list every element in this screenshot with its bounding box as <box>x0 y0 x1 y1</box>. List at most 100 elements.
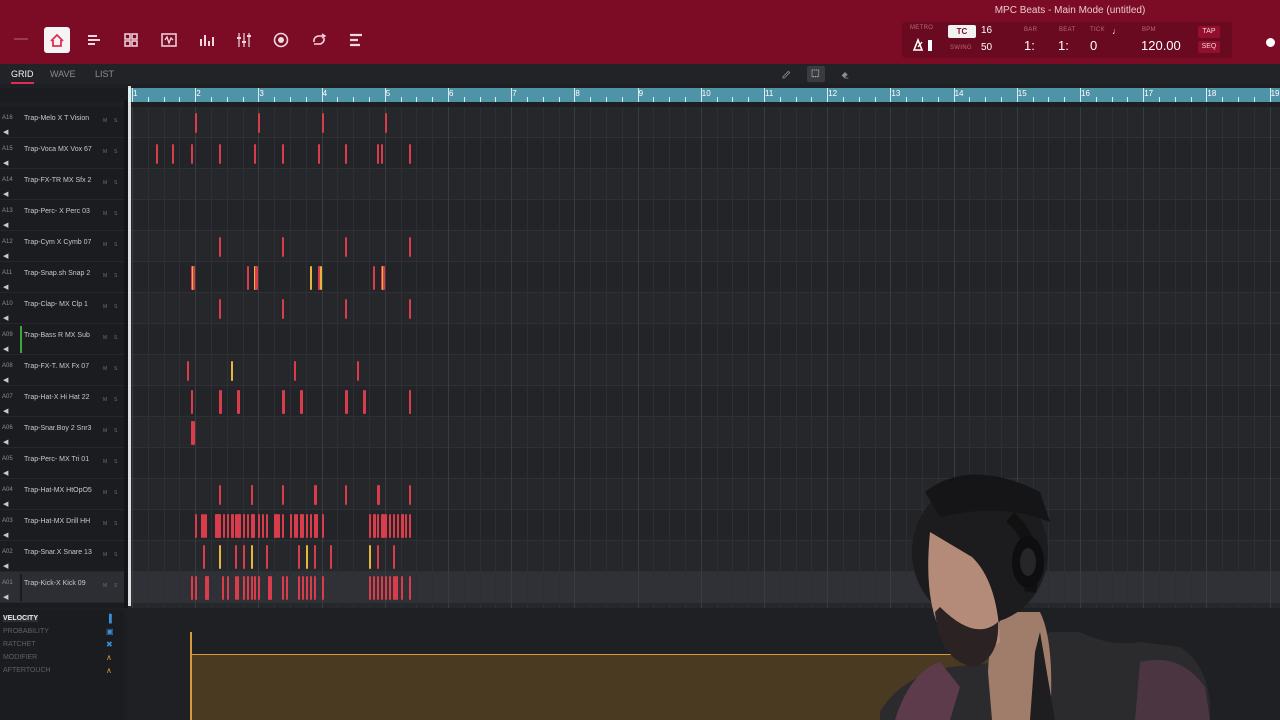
note[interactable] <box>373 514 376 538</box>
note[interactable] <box>290 514 292 538</box>
speaker-icon[interactable]: ◀ <box>3 531 8 539</box>
solo-button[interactable]: S <box>114 149 117 155</box>
track-row[interactable]: A09 Trap-Bass R MX Sub ◀ M S <box>0 324 124 355</box>
note[interactable] <box>203 545 206 569</box>
speaker-icon[interactable]: ◀ <box>3 221 8 229</box>
speaker-icon[interactable]: ◀ <box>3 438 8 446</box>
note[interactable] <box>171 144 174 164</box>
note[interactable] <box>283 390 286 414</box>
note[interactable] <box>369 545 371 569</box>
note[interactable] <box>230 361 233 381</box>
note[interactable] <box>376 545 379 569</box>
solo-button[interactable]: S <box>114 273 117 279</box>
note[interactable] <box>301 514 304 538</box>
list-view-button[interactable] <box>81 27 107 53</box>
note[interactable] <box>231 514 234 538</box>
note[interactable] <box>314 485 317 505</box>
note[interactable] <box>218 514 221 538</box>
track-row[interactable]: A07 Trap-Hat-X Hi Hat 22 ◀ M S <box>0 386 124 417</box>
note[interactable] <box>315 514 318 538</box>
solo-button[interactable]: S <box>114 552 117 558</box>
note[interactable] <box>191 390 194 414</box>
note[interactable] <box>392 545 395 569</box>
mute-button[interactable]: M <box>103 242 107 248</box>
note[interactable] <box>363 390 366 414</box>
note[interactable] <box>195 113 198 133</box>
track-row[interactable]: A10 Trap-Clap- MX Clp 1 ◀ M S <box>0 293 124 324</box>
note[interactable] <box>270 576 273 600</box>
select-box-tool[interactable] <box>807 66 825 82</box>
mute-button[interactable]: M <box>103 552 107 558</box>
note[interactable] <box>408 144 411 164</box>
playhead[interactable] <box>128 86 131 606</box>
note[interactable] <box>305 514 308 538</box>
track-row[interactable]: A01 Trap-Kick-X Kick 09 ◀ M S <box>0 572 124 603</box>
note[interactable] <box>384 514 387 538</box>
track-row[interactable]: A13 Trap-Perc- X Perc 03 ◀ M S <box>0 200 124 231</box>
note[interactable] <box>376 514 379 538</box>
note[interactable] <box>309 576 312 600</box>
note[interactable] <box>309 514 312 538</box>
note[interactable] <box>282 576 285 600</box>
mixer-sliders-button[interactable] <box>231 27 257 53</box>
note[interactable] <box>408 576 411 600</box>
velocity-bars-icon[interactable]: ▐ <box>106 614 112 623</box>
record-indicator-icon[interactable] <box>1266 38 1275 47</box>
note[interactable] <box>384 576 387 600</box>
swing-value[interactable]: 50 <box>981 42 992 53</box>
note[interactable] <box>369 514 371 538</box>
seq-button[interactable]: SEQ <box>1198 41 1220 53</box>
modifier-icon[interactable]: ∧ <box>106 653 112 662</box>
note[interactable] <box>226 514 229 538</box>
note[interactable] <box>286 576 289 600</box>
browser-button[interactable] <box>343 27 369 53</box>
sample-edit-button[interactable] <box>156 27 182 53</box>
note[interactable] <box>388 576 391 600</box>
note[interactable] <box>222 514 225 538</box>
aftertouch-icon[interactable]: ∧ <box>106 666 112 675</box>
metronome-icon[interactable] <box>911 37 925 52</box>
note[interactable] <box>372 266 375 290</box>
mute-button[interactable]: M <box>103 273 107 279</box>
note[interactable] <box>400 576 403 600</box>
speaker-icon[interactable]: ◀ <box>3 407 8 415</box>
note[interactable] <box>242 545 245 569</box>
track-row[interactable]: A02 Trap-Snar.X Snare 13 ◀ M S <box>0 541 124 572</box>
note[interactable] <box>237 390 240 414</box>
pencil-tool[interactable] <box>778 66 796 82</box>
home-button[interactable] <box>44 27 70 53</box>
note[interactable] <box>305 545 308 569</box>
note[interactable] <box>384 113 387 133</box>
speaker-icon[interactable]: ◀ <box>3 314 8 322</box>
note[interactable] <box>238 514 241 538</box>
mute-button[interactable]: M <box>103 118 107 124</box>
note[interactable] <box>408 299 411 319</box>
note[interactable] <box>300 390 303 414</box>
note[interactable] <box>187 361 190 381</box>
note[interactable] <box>301 576 304 600</box>
note[interactable] <box>204 514 207 538</box>
note[interactable] <box>282 237 285 257</box>
note[interactable] <box>321 113 324 133</box>
note[interactable] <box>236 576 239 600</box>
note[interactable] <box>321 514 324 538</box>
tick-value[interactable]: 0 <box>1090 38 1097 53</box>
mute-button[interactable]: M <box>103 583 107 589</box>
note[interactable] <box>278 514 281 538</box>
note[interactable] <box>408 514 411 538</box>
note[interactable] <box>408 485 411 505</box>
tap-button[interactable]: TAP <box>1198 26 1220 38</box>
solo-button[interactable]: S <box>114 242 117 248</box>
tab-list[interactable]: LIST <box>95 69 114 79</box>
note[interactable] <box>404 514 407 538</box>
timeline-ruler[interactable]: 1 2 3 4 5 6 7 8 9 10 11 12 13 14 15 16 17 18 19 <box>128 88 1280 102</box>
track-row[interactable]: A14 Trap-FX-TR MX Sfx 2 ◀ M S <box>0 169 124 200</box>
note[interactable] <box>408 237 411 257</box>
note[interactable] <box>242 514 245 538</box>
note[interactable] <box>377 485 380 505</box>
note[interactable] <box>305 576 308 600</box>
note[interactable] <box>218 485 221 505</box>
note[interactable] <box>380 144 383 164</box>
solo-button[interactable]: S <box>114 583 117 589</box>
metronome-volume[interactable] <box>928 40 932 51</box>
